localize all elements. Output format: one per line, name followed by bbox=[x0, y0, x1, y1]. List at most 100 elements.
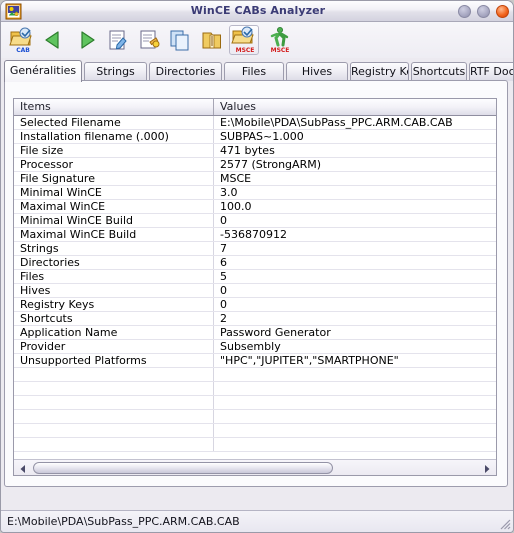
cell-value: 3.0 bbox=[220, 186, 238, 199]
cell-value bbox=[214, 424, 496, 437]
table-row[interactable]: File Signature MSCE bbox=[14, 172, 496, 186]
column-header-values[interactable]: Values bbox=[214, 99, 496, 115]
table-row[interactable]: Unsupported Platforms "HPC","JUPITER","SM… bbox=[14, 354, 496, 368]
cell-item bbox=[14, 438, 214, 451]
export-note-icon[interactable] bbox=[134, 25, 164, 55]
column-header-items[interactable]: Items bbox=[14, 99, 214, 115]
edit-note-icon[interactable] bbox=[102, 25, 132, 55]
cell-value bbox=[214, 382, 496, 395]
tab-registry-key[interactable]: Registry Key bbox=[350, 62, 409, 81]
app-window: WinCE CABs Analyzer CAB MSCE MSCE Genéra… bbox=[0, 0, 514, 533]
list-body: Selected Filename E:\Mobile\PDA\SubPass_P… bbox=[14, 116, 496, 460]
cell-value bbox=[214, 368, 496, 381]
cell-value: 0 bbox=[220, 284, 227, 297]
cell-value: 2577 (StrongARM) bbox=[220, 158, 321, 171]
cell-item: Processor bbox=[14, 158, 214, 171]
cell-item: Minimal WinCE Build bbox=[14, 214, 214, 227]
cell-value: -536870912 bbox=[220, 228, 287, 241]
cell-value: 2 bbox=[220, 312, 227, 325]
cell-item: File Signature bbox=[14, 172, 214, 185]
cell-item bbox=[14, 424, 214, 437]
scrollbar-thumb[interactable] bbox=[33, 462, 333, 474]
window-title: WinCE CABs Analyzer bbox=[190, 4, 326, 17]
tab-bar: Genéralities Strings Directories Files Hives… bbox=[4, 60, 513, 82]
open-cab-caption: CAB bbox=[16, 47, 30, 54]
table-row[interactable]: Provider Subsembly bbox=[14, 340, 496, 354]
tab-directories[interactable]: Directories bbox=[149, 62, 222, 81]
cell-value: 6 bbox=[220, 256, 227, 269]
horizontal-scrollbar[interactable] bbox=[14, 459, 496, 475]
cell-value: 7 bbox=[220, 242, 227, 255]
cell-item: Application Name bbox=[14, 326, 214, 339]
cell-value: "HPC","JUPITER","SMARTPHONE" bbox=[220, 354, 399, 367]
cell-value: E:\Mobile\PDA\SubPass_PPC.ARM.CAB.CAB bbox=[220, 116, 453, 129]
previous-arrow-icon[interactable] bbox=[39, 25, 69, 55]
table-row[interactable]: Minimal WinCE 3.0 bbox=[14, 186, 496, 200]
cell-value bbox=[214, 410, 496, 423]
title-bar[interactable]: WinCE CABs Analyzer bbox=[1, 1, 513, 22]
cell-item bbox=[14, 396, 214, 409]
cell-item: Shortcuts bbox=[14, 312, 214, 325]
cell-item: Minimal WinCE bbox=[14, 186, 214, 199]
open-msce-caption: MSCE bbox=[235, 47, 255, 54]
table-row[interactable]: Selected Filename E:\Mobile\PDA\SubPass_P… bbox=[14, 116, 496, 130]
status-bar: E:\Mobile\PDA\SubPass_PPC.ARM.CAB.CAB bbox=[1, 510, 513, 532]
table-row-empty[interactable] bbox=[14, 424, 496, 438]
scroll-left-arrow-icon[interactable] bbox=[16, 461, 30, 475]
table-row[interactable]: Strings 7 bbox=[14, 242, 496, 256]
list-header-row: Items Values bbox=[14, 99, 496, 116]
table-row-empty[interactable] bbox=[14, 368, 496, 382]
table-row-empty[interactable] bbox=[14, 410, 496, 424]
table-row[interactable]: Files 5 bbox=[14, 270, 496, 284]
cell-item: Hives bbox=[14, 284, 214, 297]
status-bar-text: E:\Mobile\PDA\SubPass_PPC.ARM.CAB.CAB bbox=[7, 515, 240, 528]
next-arrow-icon[interactable] bbox=[71, 25, 101, 55]
cell-item bbox=[14, 368, 214, 381]
table-row[interactable]: Processor 2577 (StrongARM) bbox=[14, 158, 496, 172]
archive-folder-icon[interactable] bbox=[197, 25, 227, 55]
tab-gen-ralities[interactable]: Genéralities bbox=[4, 60, 82, 82]
cell-item: Selected Filename bbox=[14, 116, 214, 129]
scroll-right-arrow-icon[interactable] bbox=[480, 461, 494, 475]
tab-shortcuts[interactable]: Shortcuts bbox=[411, 62, 467, 81]
toolbar: CAB MSCE MSCE bbox=[1, 22, 513, 58]
tab-strings[interactable]: Strings bbox=[84, 62, 147, 81]
cell-item bbox=[14, 410, 214, 423]
cell-value: MSCE bbox=[220, 172, 252, 185]
minimize-button[interactable] bbox=[458, 5, 471, 18]
cell-value: Password Generator bbox=[220, 326, 331, 339]
table-row-empty[interactable] bbox=[14, 382, 496, 396]
tab-rtf-docume[interactable]: RTF Docume bbox=[469, 62, 513, 81]
table-row[interactable]: Shortcuts 2 bbox=[14, 312, 496, 326]
table-row[interactable]: Minimal WinCE Build 0 bbox=[14, 214, 496, 228]
table-row[interactable]: Maximal WinCE 100.0 bbox=[14, 200, 496, 214]
cell-value: 0 bbox=[220, 298, 227, 311]
cell-item bbox=[14, 382, 214, 395]
run-msce-icon[interactable]: MSCE bbox=[264, 25, 294, 55]
table-row-empty[interactable] bbox=[14, 438, 496, 452]
table-row[interactable]: Directories 6 bbox=[14, 256, 496, 270]
table-row[interactable]: File size 471 bytes bbox=[14, 144, 496, 158]
table-row[interactable]: Application Name Password Generator bbox=[14, 326, 496, 340]
table-row-empty[interactable] bbox=[14, 396, 496, 410]
cell-item: Directories bbox=[14, 256, 214, 269]
close-button[interactable] bbox=[496, 5, 509, 18]
run-msce-caption: MSCE bbox=[270, 47, 290, 54]
table-row[interactable]: Installation filename (.000) SUBPAS~1.000 bbox=[14, 130, 496, 144]
table-row[interactable]: Maximal WinCE Build -536870912 bbox=[14, 228, 496, 242]
resize-grip-icon[interactable] bbox=[498, 516, 512, 530]
tab-page-generalities: Items Values Selected Filename E:\Mobile\… bbox=[4, 80, 508, 487]
table-row[interactable]: Registry Keys 0 bbox=[14, 298, 496, 312]
tab-files[interactable]: Files bbox=[224, 62, 284, 81]
table-row[interactable]: Hives 0 bbox=[14, 284, 496, 298]
open-cab-icon[interactable]: CAB bbox=[7, 25, 37, 55]
cell-value: SUBPAS~1.000 bbox=[220, 130, 304, 143]
copy-icon[interactable] bbox=[165, 25, 195, 55]
maximize-button[interactable] bbox=[477, 5, 490, 18]
cell-item: Installation filename (.000) bbox=[14, 130, 214, 143]
cell-item: Registry Keys bbox=[14, 298, 214, 311]
tab-hives[interactable]: Hives bbox=[286, 62, 348, 81]
open-msce-icon[interactable]: MSCE bbox=[229, 25, 259, 55]
details-list-view[interactable]: Items Values Selected Filename E:\Mobile\… bbox=[13, 98, 497, 476]
cell-value: 471 bytes bbox=[220, 144, 275, 157]
